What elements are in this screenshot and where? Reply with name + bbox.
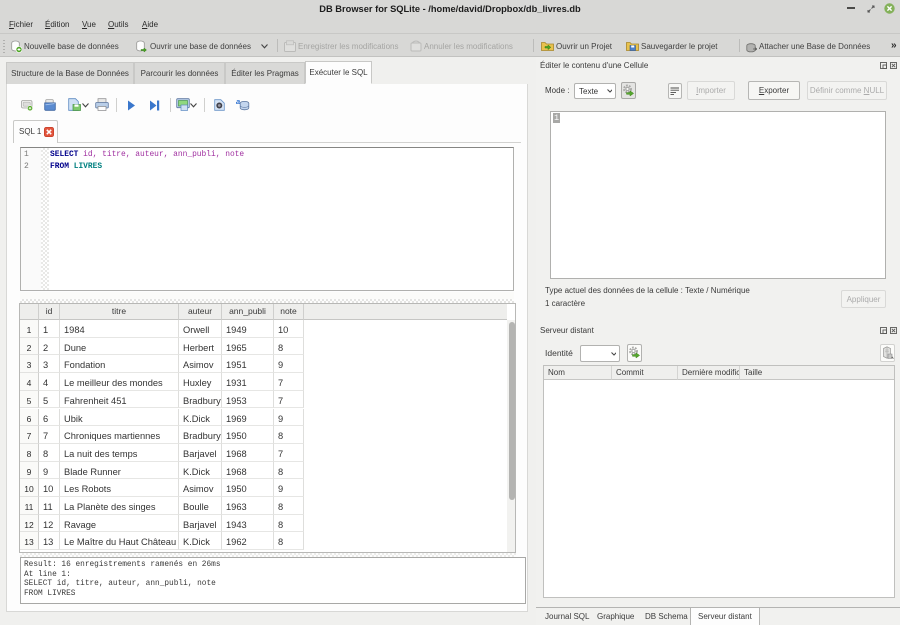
svg-text:a: a bbox=[236, 97, 240, 106]
